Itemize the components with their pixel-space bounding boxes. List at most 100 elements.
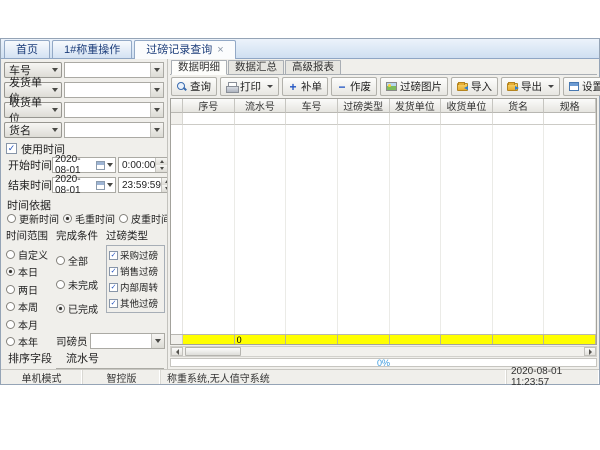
spin-down-icon[interactable]: [156, 165, 167, 172]
radio-finished[interactable]: 已完成: [56, 301, 106, 316]
spin-down-icon[interactable]: [162, 185, 168, 192]
radio-tare-time[interactable]: 皮重时间: [119, 212, 168, 225]
scroll-right-icon[interactable]: [584, 347, 596, 356]
vehicle-value-combo[interactable]: [64, 62, 164, 78]
checkbox-other-weigh[interactable]: ✓其他过磅: [109, 296, 163, 310]
tab-weigh-operation-label: 1#称重操作: [64, 42, 120, 58]
tab-weigh-record-query-label: 过磅记录查询: [146, 42, 212, 58]
tab-home[interactable]: 首页: [4, 40, 50, 58]
checkbox-purchase-weigh[interactable]: ✓采购过磅: [109, 248, 163, 262]
column-header-spec[interactable]: 规格: [544, 99, 596, 113]
radio-gross-time[interactable]: 毛重时间: [63, 212, 115, 225]
radio-this-week-label: 本周: [18, 299, 38, 314]
grid-body-selector-column: [171, 125, 183, 334]
start-time-value: 0:00:00: [119, 160, 155, 171]
chevron-down-icon[interactable]: [150, 63, 163, 77]
subtab-advanced-report[interactable]: 高级报表: [285, 60, 341, 74]
chevron-down-icon: [154, 68, 160, 72]
column-header-receiver[interactable]: 收货单位: [441, 99, 493, 113]
chevron-down-icon[interactable]: [151, 334, 164, 348]
status-edition: 智控版: [83, 370, 161, 384]
start-date-value: 2020-08-01: [55, 154, 94, 176]
column-header-serial[interactable]: 流水号: [235, 99, 287, 113]
radio-this-month[interactable]: 本月: [6, 317, 56, 332]
checkbox-checked-icon: ✓: [109, 299, 118, 308]
sender-value-combo[interactable]: [64, 82, 164, 98]
settings-button[interactable]: 设置: [563, 77, 600, 96]
tab-weigh-record-query[interactable]: 过磅记录查询 ×: [134, 40, 235, 59]
column-header-weigh-type[interactable]: 过磅类型: [338, 99, 390, 113]
receiver-value-combo[interactable]: [64, 102, 164, 118]
finish-condition-label: 完成条件: [56, 228, 106, 243]
close-icon[interactable]: ×: [217, 45, 223, 55]
filter-cell[interactable]: [183, 113, 235, 125]
query-button[interactable]: 查询: [171, 77, 217, 96]
column-header-sender[interactable]: 发货单位: [390, 99, 442, 113]
checkbox-internal-transfer[interactable]: ✓内部周转: [109, 280, 163, 294]
export-button[interactable]: 导出: [501, 77, 560, 96]
radio-unfinished[interactable]: 未完成: [56, 277, 106, 292]
chevron-down-icon[interactable]: [150, 83, 163, 97]
supplement-order-button[interactable]: +补单: [282, 77, 328, 96]
import-button[interactable]: 导入: [451, 77, 498, 96]
sort-order-combo[interactable]: 升序: [56, 368, 164, 369]
weigher-combo[interactable]: [90, 333, 165, 349]
start-time-spinner[interactable]: 0:00:00: [118, 157, 168, 173]
main-tabbar: 首页 1#称重操作 过磅记录查询 ×: [1, 39, 599, 59]
search-icon: [177, 82, 187, 92]
filter-cell[interactable]: [235, 113, 287, 125]
filter-cell[interactable]: [286, 113, 338, 125]
radio-all[interactable]: 全部: [56, 253, 106, 268]
settings-icon: [569, 82, 579, 91]
sort-order-label: 排序字段: [4, 368, 56, 369]
radio-this-week[interactable]: 本周: [6, 299, 56, 314]
scroll-left-icon[interactable]: [171, 347, 183, 356]
goods-value-combo[interactable]: [64, 122, 164, 138]
status-system-name-label: 称重系统,无人值守系统: [167, 370, 270, 385]
scrollbar-thumb[interactable]: [185, 347, 241, 356]
radio-icon: [56, 256, 65, 265]
weigh-images-button[interactable]: 过磅图片: [380, 77, 448, 96]
radio-icon: [6, 337, 15, 346]
radio-finished-label: 已完成: [68, 301, 98, 316]
filter-cell[interactable]: [441, 113, 493, 125]
print-button[interactable]: 打印: [220, 77, 279, 96]
filter-cell[interactable]: [338, 113, 390, 125]
toolbar: 查询 打印 +补单 −作废 过磅图片 导入 导出 设置: [170, 75, 597, 98]
tab-weigh-operation[interactable]: 1#称重操作: [52, 40, 132, 58]
subtab-data-detail[interactable]: 数据明细: [171, 60, 227, 75]
sort-field-label: 排序字段: [4, 350, 56, 366]
filter-cell[interactable]: [493, 113, 545, 125]
checkbox-sale-weigh[interactable]: ✓销售过磅: [109, 264, 163, 278]
subtab-data-summary[interactable]: 数据汇总: [228, 60, 284, 74]
end-time-spinner[interactable]: 23:59:59: [118, 177, 168, 193]
filter-cell[interactable]: [390, 113, 442, 125]
radio-custom[interactable]: 自定义: [6, 247, 56, 262]
column-header-goods[interactable]: 货名: [493, 99, 545, 113]
field-selector-receiver[interactable]: 收货单位: [4, 102, 62, 118]
use-time-checkbox[interactable]: ✓: [6, 143, 17, 154]
spin-up-icon[interactable]: [156, 158, 167, 165]
end-time-value: 23:59:59: [119, 180, 161, 191]
filter-cell[interactable]: [544, 113, 596, 125]
radio-two-days[interactable]: 两日: [6, 282, 56, 297]
summary-cell: [338, 335, 390, 344]
grid-body-column: [286, 125, 338, 334]
radio-today[interactable]: 本日: [6, 264, 56, 279]
start-date-picker[interactable]: 2020-08-01: [52, 157, 116, 173]
grid-body-column: [493, 125, 545, 334]
chevron-down-icon[interactable]: [150, 103, 163, 117]
end-date-picker[interactable]: 2020-08-01: [52, 177, 116, 193]
radio-update-time[interactable]: 更新时间: [7, 212, 59, 225]
radio-this-year[interactable]: 本年: [6, 334, 56, 349]
column-header-seq[interactable]: 序号: [183, 99, 235, 113]
app-window: 首页 1#称重操作 过磅记录查询 × 车号 发货单位: [0, 38, 600, 385]
horizontal-scrollbar[interactable]: [170, 346, 597, 357]
field-selector-goods[interactable]: 货名: [4, 122, 62, 138]
radio-selected-icon: [63, 214, 72, 223]
column-header-vehicle[interactable]: 车号: [286, 99, 338, 113]
chevron-down-icon[interactable]: [150, 123, 163, 137]
check-icon: ✓: [111, 283, 117, 292]
void-button[interactable]: −作废: [331, 77, 377, 96]
spin-up-icon[interactable]: [162, 178, 168, 185]
